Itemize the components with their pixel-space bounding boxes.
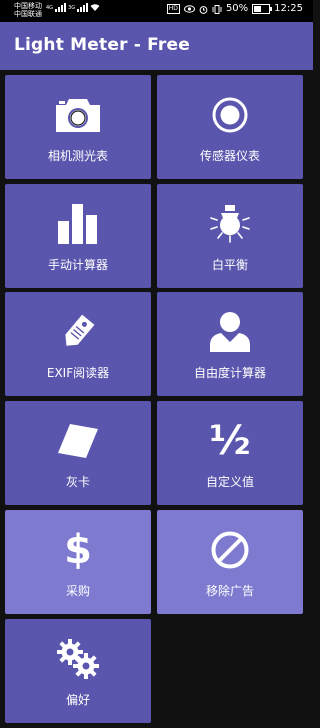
tile-exif-reader[interactable]: EXIF阅读器 — [5, 292, 151, 396]
wifi-icon — [90, 4, 100, 11]
vibrate-icon — [212, 4, 222, 14]
bar-chart-icon — [58, 204, 97, 244]
tile-label: 偏好 — [65, 693, 90, 707]
carrier-2: 中国联通 — [14, 10, 42, 18]
tile-sensor-meter[interactable]: 传感器仪表 — [157, 75, 303, 179]
card-icon — [58, 424, 98, 458]
carrier-info: 中国移动 中国联通 — [14, 2, 42, 18]
carrier-1: 中国移动 — [14, 2, 42, 10]
app-bar: Light Meter - Free — [0, 22, 313, 70]
hd-icon: HD — [166, 4, 180, 14]
gears-icon — [57, 639, 99, 679]
tile-custom-value[interactable]: ½ 自定义值 — [157, 401, 303, 505]
network-type-1: 4G — [46, 5, 54, 11]
tag-icon — [65, 314, 95, 346]
status-bar: 中国移动 中国联通 4G 3G HD 50% 12:25 — [0, 0, 313, 22]
one-half-icon: ½ — [209, 418, 251, 464]
tile-purchase[interactable]: $ 采购 — [5, 510, 151, 614]
prohibited-icon — [211, 531, 249, 569]
sensor-icon — [212, 97, 248, 133]
app-title: Light Meter - Free — [14, 35, 190, 55]
tile-label: 传感器仪表 — [199, 149, 260, 163]
dollar-icon: $ — [64, 527, 92, 573]
camera-icon — [56, 99, 100, 132]
tile-manual-calculator[interactable]: 手动计算器 — [5, 184, 151, 288]
battery-icon — [252, 4, 273, 14]
battery-percent: 50% — [225, 3, 249, 14]
tile-label: 相机测光表 — [47, 149, 108, 163]
tile-label: 白平衡 — [211, 258, 248, 272]
alarm-icon — [199, 5, 208, 14]
person-icon — [210, 312, 250, 352]
network-type-2: 3G — [68, 5, 76, 11]
tile-remove-ads[interactable]: 移除广告 — [157, 510, 303, 614]
tile-dof-calculator[interactable]: 自由度计算器 — [157, 292, 303, 396]
tile-label: EXIF阅读器 — [46, 366, 110, 380]
signal-icon: 4G 3G — [46, 3, 100, 12]
eye-icon — [183, 5, 195, 13]
tile-label: 采购 — [65, 584, 90, 598]
tile-label: 移除广告 — [205, 584, 254, 598]
tile-label: 手动计算器 — [47, 258, 108, 272]
tile-label: 自由度计算器 — [193, 366, 266, 380]
tile-camera-meter[interactable]: 相机测光表 — [5, 75, 151, 179]
tile-gray-card[interactable]: 灰卡 — [5, 401, 151, 505]
tile-label: 自定义值 — [205, 475, 254, 489]
tile-label: 灰卡 — [65, 475, 90, 489]
lightbulb-icon — [210, 205, 250, 243]
tile-preferences[interactable]: 偏好 — [5, 619, 151, 723]
tile-white-balance[interactable]: 白平衡 — [157, 184, 303, 288]
clock: 12:25 — [274, 3, 303, 14]
